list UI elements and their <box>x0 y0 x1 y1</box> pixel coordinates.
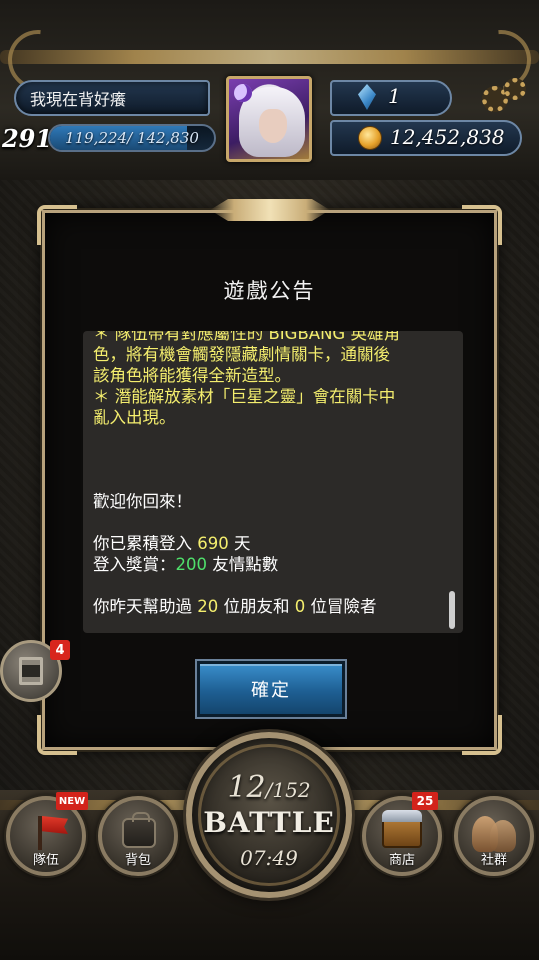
welcome-text: 歡迎你回來！ <box>93 492 192 511</box>
player-name-plate[interactable]: 我現在背好癢 <box>14 80 210 116</box>
player-name: 我現在背好癢 <box>30 90 127 109</box>
gem-count: 1 <box>388 84 401 108</box>
team-new-badge: NEW <box>56 792 88 810</box>
backpack-icon <box>122 812 156 848</box>
login-days-line: 你已累積登入 690 天 <box>93 533 445 554</box>
settings-gear-icon[interactable] <box>478 76 530 116</box>
help-mid: 位朋友和 <box>218 597 295 616</box>
stamina-timer: 07:49 <box>240 846 298 870</box>
notice-line: ＊ 隊伍帶有對應屬性的 BIGBANG 英雄角 <box>93 331 400 343</box>
reward-prefix: 登入獎賞： <box>93 555 176 574</box>
notice-line: 色，將有機會觸發隱藏劇情關卡，通關後 <box>93 345 390 364</box>
leader-portrait[interactable] <box>226 76 312 162</box>
help-summary-line: 你昨天幫助過 20 位朋友和 0 位冒險者 <box>93 596 445 617</box>
battle-button[interactable]: 12/152 BATTLE 07:49 <box>186 732 352 898</box>
top-ornament <box>0 50 539 64</box>
notice-scrollbar[interactable] <box>449 591 455 629</box>
exp-bar: 119,224/ 142,830 <box>48 124 216 152</box>
gold-count: 12,452,838 <box>390 125 505 149</box>
notice-scroll-area[interactable]: ＊ 隊伍帶有對應屬性的 BIGBANG 英雄角 色，將有機會觸發隱藏劇情關卡，通… <box>83 331 463 633</box>
dialog-corner <box>37 205 77 245</box>
nav-social-button[interactable]: 社群 <box>454 796 534 876</box>
battle-label: BATTLE <box>203 806 335 839</box>
scroll-document-icon <box>19 657 43 685</box>
notice-content: ＊ 隊伍帶有對應屬性的 BIGBANG 英雄角 色，將有機會觸發隱藏劇情關卡，通… <box>93 331 445 617</box>
help-adventurers-value: 0 <box>294 597 306 616</box>
help-suffix: 位冒險者 <box>305 597 377 616</box>
notice-line: 亂入出現。 <box>93 408 176 427</box>
exp-text: 119,224/ 142,830 <box>65 129 199 147</box>
confirm-button[interactable]: 確定 <box>197 661 345 717</box>
nav-shop-label: 商店 <box>388 853 415 868</box>
nav-bag-button[interactable]: 背包 <box>98 796 178 876</box>
login-suffix: 天 <box>228 534 251 553</box>
dialog-corner <box>462 205 502 245</box>
moon-attribute-icon <box>234 84 252 102</box>
gear-icon-small <box>504 78 526 100</box>
help-friends-value: 20 <box>197 597 219 616</box>
treasure-chest-icon <box>382 810 422 848</box>
stamina-max: /152 <box>265 778 311 802</box>
reward-points-value: 200 <box>175 555 208 574</box>
stamina-display: 12/152 <box>192 770 346 805</box>
dialog-corner <box>37 715 77 755</box>
notice-line: 該角色將能獲得全新造型。 <box>93 366 291 385</box>
player-level: 291 <box>1 123 53 153</box>
dialog-corner <box>462 715 502 755</box>
login-days-value: 690 <box>197 534 229 553</box>
help-prefix: 你昨天幫助過 <box>93 597 198 616</box>
level-exp-row: 291 119,224/ 142,830 <box>0 120 222 156</box>
nav-social-label: 社群 <box>480 853 507 868</box>
login-prefix: 你已累積登入 <box>93 534 198 553</box>
nav-bag-label: 背包 <box>124 853 151 868</box>
stamina-current: 12 <box>227 770 266 805</box>
reward-suffix: 友情點數 <box>207 555 279 574</box>
notice-line: ＊ 潛能解放素材「巨星之靈」會在關卡中 <box>93 387 396 406</box>
flag-icon <box>38 816 42 850</box>
announcement-dialog: 遊戲公告 ＊ 隊伍帶有對應屬性的 BIGBANG 英雄角 色，將有機會觸發隱藏劇… <box>37 199 502 755</box>
dialog-title: 遊戲公告 <box>223 279 316 303</box>
dialog-crest <box>210 199 330 221</box>
nav-team-label: 隊伍 <box>32 853 59 868</box>
side-notice-badge: 4 <box>50 640 70 660</box>
login-reward-line: 登入獎賞：200 友情點數 <box>93 554 445 575</box>
people-icon <box>472 814 518 852</box>
coin-icon <box>358 126 382 150</box>
portrait-face <box>259 109 287 143</box>
shop-count-badge: 25 <box>412 792 438 810</box>
